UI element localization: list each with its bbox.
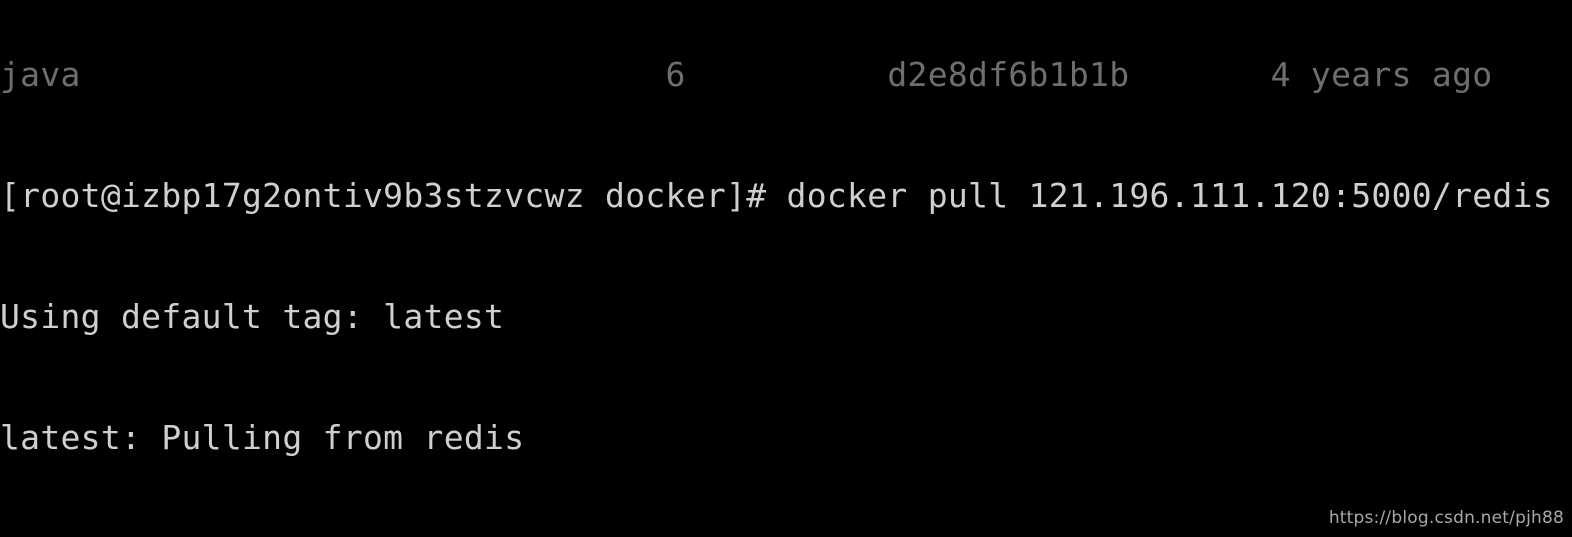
terminal-window[interactable]: java 6 d2e8df6b1b1b 4 years ago 816MB [r… [0, 0, 1572, 537]
terminal-line-pulling-from: latest: Pulling from redis [0, 418, 525, 458]
terminal-line-default-tag: Using default tag: latest [0, 297, 505, 337]
terminal-screen[interactable]: java 6 d2e8df6b1b1b 4 years ago 816MB [r… [0, 0, 1572, 537]
terminal-line-prompt-pull: [root@izbp17g2ontiv9b3stzvcwz docker]# d… [0, 176, 1553, 216]
terminal-line-scrollback-java: java 6 d2e8df6b1b1b 4 years ago 816MB [0, 54, 1493, 94]
